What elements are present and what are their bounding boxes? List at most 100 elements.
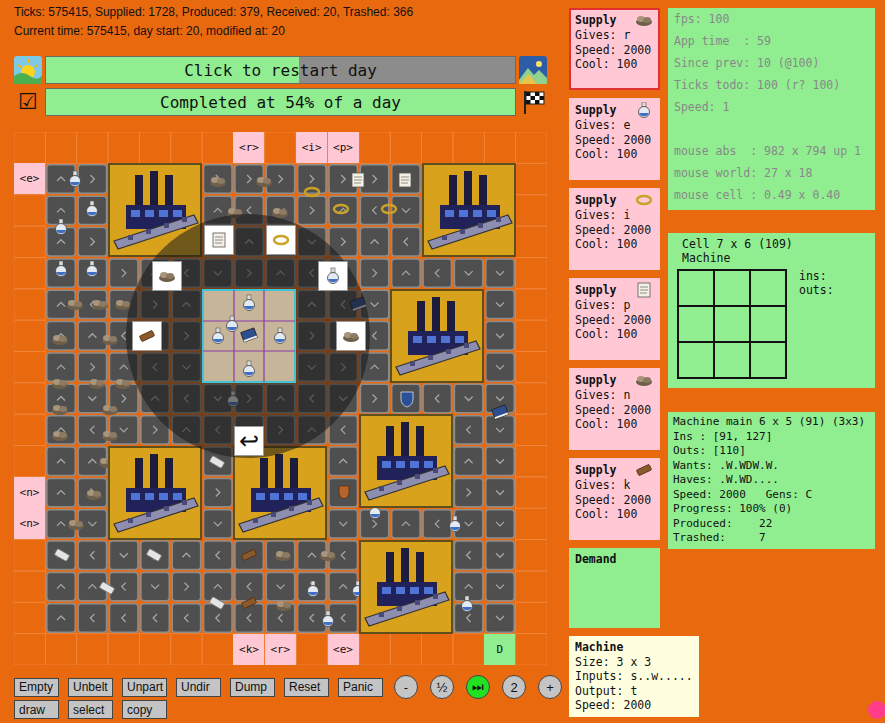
action-button[interactable]: Unbelt	[68, 678, 113, 697]
icon-part	[360, 165, 388, 193]
cell-row: ins:outs:	[682, 269, 861, 379]
speed-button[interactable]: ½	[430, 675, 454, 699]
supply-port[interactable]: <e>	[328, 634, 359, 665]
ring-icon	[334, 205, 348, 213]
icon-part	[422, 132, 453, 163]
action-button[interactable]: Dump	[230, 678, 275, 697]
icon-part	[323, 622, 333, 625]
icon-part	[339, 486, 349, 499]
item-icon	[155, 264, 179, 288]
speed-button[interactable]: -	[394, 675, 418, 699]
icon-part	[462, 607, 472, 610]
factory-icon	[233, 446, 327, 540]
speed-button[interactable]: ⏭	[466, 675, 490, 699]
mouse-line: mouse world: 27 x 18	[674, 162, 869, 184]
icon-part	[422, 634, 453, 665]
supply-card[interactable]: SupplyGives: eSpeed: 2000Cool: 100	[569, 98, 660, 180]
supply-card[interactable]: SupplyGives: kSpeed: 2000Cool: 100	[569, 458, 660, 540]
radial-option[interactable]	[132, 321, 162, 351]
supply-card[interactable]: SupplyGives: iSpeed: 2000Cool: 100	[569, 188, 660, 270]
icon-part	[14, 634, 45, 665]
machine[interactable]	[202, 289, 296, 383]
machine-card[interactable]: MachineSize: 3 x 3Inputs: s..w.....Outpu…	[569, 636, 699, 717]
ore-icon	[102, 335, 118, 345]
back-arrow-icon[interactable]: ↩	[239, 427, 259, 455]
action-button[interactable]: Undir	[176, 678, 221, 697]
restart-day-label[interactable]: Click to restart day	[184, 61, 377, 80]
supply-port[interactable]: <r>	[265, 634, 296, 665]
icon-part	[244, 306, 254, 309]
machine[interactable]	[390, 289, 484, 383]
icon-part	[184, 614, 188, 622]
icon-part	[14, 477, 45, 508]
record-dot[interactable]	[868, 701, 885, 719]
supply-speed: Speed: 2000	[575, 313, 654, 328]
supply-port[interactable]: <r>	[233, 132, 264, 163]
machine[interactable]	[233, 446, 327, 540]
icon-part	[371, 302, 379, 306]
icon-part	[59, 380, 67, 386]
icon-part	[214, 585, 222, 589]
icon-part	[371, 365, 379, 369]
supply-title: Supply	[575, 373, 617, 388]
icon-part	[328, 273, 339, 284]
radial-option[interactable]	[152, 261, 182, 291]
supply-card[interactable]: SupplyGives: rSpeed: 2000Cool: 100	[569, 8, 660, 90]
machine[interactable]	[108, 446, 202, 540]
tool-button[interactable]: copy	[122, 700, 167, 719]
action-button[interactable]: Panic	[338, 678, 383, 697]
supply-port[interactable]: <k>	[233, 634, 264, 665]
machine-card-line: Output: t	[575, 684, 693, 699]
action-button[interactable]: Reset	[284, 678, 329, 697]
icon-part	[131, 493, 140, 500]
icon-part	[486, 478, 514, 506]
icon-part	[150, 171, 158, 207]
radial-option[interactable]	[266, 225, 296, 255]
radial-option[interactable]	[318, 261, 348, 291]
icon-part	[370, 514, 380, 517]
item-icon	[135, 324, 159, 348]
icon-part	[308, 553, 316, 557]
icon-part	[516, 634, 547, 665]
supply-port[interactable]: <n>	[14, 508, 45, 539]
ring-icon	[382, 205, 396, 213]
icon-part	[334, 205, 348, 213]
supply-port[interactable]: <e>	[14, 163, 45, 194]
radial-option[interactable]	[204, 225, 234, 255]
action-button[interactable]: Unpart	[122, 678, 167, 697]
tool-button[interactable]: select	[68, 700, 113, 719]
cell-title: Cell 7 x 6 (109)	[682, 237, 861, 251]
factory-board[interactable]: ↩<r><i><p><e><n><n><k><r><e>D	[14, 132, 547, 665]
icon-part	[173, 493, 182, 500]
speed-button[interactable]: +	[538, 675, 562, 699]
icon-part	[392, 165, 420, 193]
icon-part	[496, 522, 504, 526]
action-button[interactable]: Empty	[14, 678, 59, 697]
plank-icon	[241, 549, 256, 560]
supply-port[interactable]: <n>	[14, 477, 45, 508]
icon-part	[379, 468, 438, 491]
supply-port[interactable]: <i>	[296, 132, 327, 163]
demand-card[interactable]: Demand	[569, 548, 660, 628]
action-buttons: Empty Unbelt Unpart Undir Dump Reset Panic-½ ⏭ 2…	[14, 675, 547, 699]
radial-option[interactable]	[336, 321, 366, 351]
machine-info-line: Outs: [110]	[673, 444, 870, 459]
icon-part	[244, 365, 255, 376]
icon-part	[14, 602, 45, 633]
supply-card[interactable]: SupplyGives: pSpeed: 2000Cool: 100	[569, 278, 660, 360]
machine[interactable]	[359, 414, 453, 508]
restart-day-bar[interactable]: Click to restart day	[45, 56, 516, 84]
supply-port[interactable]: <p>	[328, 132, 359, 163]
machine[interactable]	[359, 540, 453, 634]
icon-part	[235, 541, 263, 569]
demand-port[interactable]: D	[484, 634, 515, 665]
supply-card[interactable]: SupplyGives: nSpeed: 2000Cool: 100	[569, 368, 660, 450]
speed-button[interactable]: 2	[502, 675, 526, 699]
icon-part	[496, 553, 504, 557]
radial-back[interactable]: ↩	[234, 426, 264, 456]
tool-button[interactable]: draw	[14, 700, 59, 719]
icon-part	[392, 384, 420, 412]
machine[interactable]	[422, 163, 516, 257]
factory-icon	[359, 414, 453, 508]
icon-part	[410, 461, 419, 468]
